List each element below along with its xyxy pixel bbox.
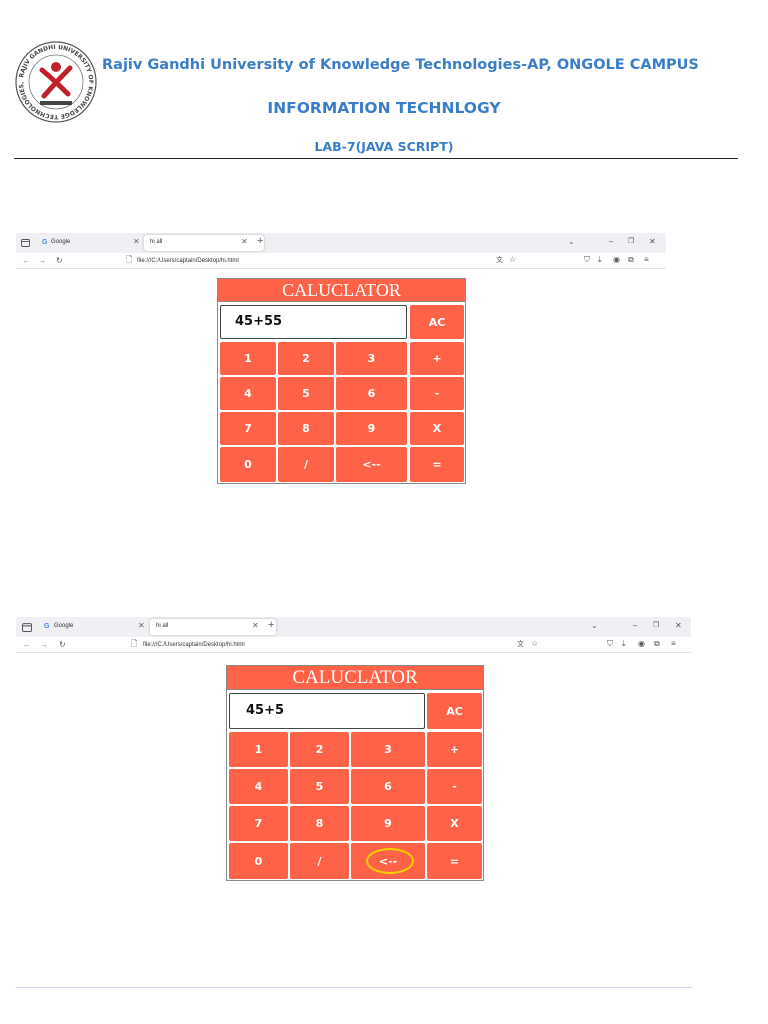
translate-icon[interactable]: 文 — [517, 641, 524, 648]
chevron-down-icon[interactable]: ⌄ — [568, 238, 575, 246]
key-7[interactable]: 7 — [220, 412, 276, 445]
clear-button[interactable]: AC — [427, 693, 482, 729]
department-heading: INFORMATION TECHNLOGY — [267, 99, 501, 117]
key-7[interactable]: 7 — [229, 806, 288, 841]
google-icon: G — [44, 623, 50, 630]
key-1[interactable]: 1 — [220, 342, 276, 375]
key-9[interactable]: 9 — [351, 806, 425, 841]
translate-icon[interactable]: 文 — [496, 257, 503, 264]
key-9[interactable]: 9 — [336, 412, 407, 445]
tab-overview-icon[interactable] — [21, 238, 30, 247]
calculator-display[interactable]: 45+55 — [220, 305, 407, 339]
key-6[interactable]: 6 — [336, 377, 407, 410]
university-title: Rajiv Gandhi University of Knowledge Tec… — [102, 57, 699, 73]
calculator-title: CALUCLATOR — [227, 666, 483, 690]
divide-button[interactable]: / — [290, 843, 349, 879]
close-tab-icon[interactable]: ✕ — [252, 622, 259, 630]
key-0[interactable]: 0 — [220, 447, 276, 482]
minimize-icon[interactable]: – — [609, 238, 613, 246]
key-3[interactable]: 3 — [351, 732, 425, 767]
download-icon[interactable]: ⤓ — [598, 256, 602, 264]
calculator: CALUCLATOR 45+55 AC 1 2 3 + 4 5 6 - 7 8 … — [217, 278, 466, 484]
key-2[interactable]: 2 — [278, 342, 334, 375]
page-icon: 🗋 — [126, 255, 133, 264]
page-icon: 🗋 — [131, 639, 138, 648]
key-1[interactable]: 1 — [229, 732, 288, 767]
back-arrow-icon[interactable]: ← — [22, 257, 30, 265]
reload-icon[interactable]: ↻ — [59, 641, 66, 649]
header-divider — [14, 158, 738, 159]
plus-button[interactable]: + — [410, 342, 464, 375]
pocket-icon[interactable]: ⛉ — [584, 256, 590, 264]
tab-bar: G Google ✕ hi all ✕ + ⌄ – ❐ ✕ — [16, 233, 666, 253]
tab-google-label[interactable]: Google — [51, 239, 70, 245]
pocket-icon[interactable]: ⛉ — [607, 640, 613, 648]
new-tab-icon[interactable]: + — [257, 236, 263, 247]
back-arrow-icon[interactable]: ← — [23, 641, 31, 649]
menu-icon[interactable]: ≡ — [644, 256, 649, 264]
bookmark-star-icon[interactable]: ☆ — [531, 640, 538, 648]
close-tab-icon[interactable]: ✕ — [241, 238, 248, 246]
calculator: CALUCLATOR 45+5 AC 1 2 3 + 4 5 6 - 7 8 9… — [226, 665, 484, 881]
divide-button[interactable]: / — [278, 447, 334, 482]
browser-screenshot-2: G Google ✕ hi all ✕ + ⌄ – ❐ ✕ ← → ↻ 🗋 fi… — [16, 617, 691, 885]
url-field[interactable]: file:///C:/Users/captain/Desktop/hi.html — [137, 258, 239, 264]
key-8[interactable]: 8 — [278, 412, 334, 445]
key-0[interactable]: 0 — [229, 843, 288, 879]
forward-arrow-icon[interactable]: → — [40, 641, 48, 649]
reload-icon[interactable]: ↻ — [56, 257, 63, 265]
tab-hi-all-label: hi all — [156, 623, 169, 629]
key-6[interactable]: 6 — [351, 769, 425, 804]
key-5[interactable]: 5 — [278, 377, 334, 410]
google-icon: G — [42, 239, 48, 246]
key-2[interactable]: 2 — [290, 732, 349, 767]
minimize-icon[interactable]: – — [633, 622, 637, 630]
equals-button[interactable]: = — [427, 843, 482, 879]
restore-icon[interactable]: ❐ — [653, 622, 659, 629]
account-icon[interactable]: ◉ — [638, 640, 645, 648]
minus-button[interactable]: - — [427, 769, 482, 804]
browser-screenshot-1: G Google ✕ hi all ✕ + ⌄ – ❐ ✕ ← → ↻ 🗋 fi… — [16, 233, 666, 495]
navigation-bar: ← → ↻ 🗋 file:///C:/Users/captain/Desktop… — [16, 253, 666, 269]
tab-hi-all-label: hi all — [150, 239, 163, 245]
navigation-bar: ← → ↻ 🗋 file:///C:/Users/captain/Desktop… — [16, 637, 691, 653]
close-window-icon[interactable]: ✕ — [675, 622, 682, 630]
account-icon[interactable]: ◉ — [613, 256, 620, 264]
tab-overview-icon[interactable] — [22, 622, 32, 632]
extensions-icon[interactable]: ⧉ — [628, 256, 634, 264]
restore-icon[interactable]: ❐ — [628, 238, 634, 245]
key-4[interactable]: 4 — [229, 769, 288, 804]
key-5[interactable]: 5 — [290, 769, 349, 804]
multiply-button[interactable]: X — [410, 412, 464, 445]
key-3[interactable]: 3 — [336, 342, 407, 375]
bookmark-star-icon[interactable]: ☆ — [509, 256, 516, 264]
plus-button[interactable]: + — [427, 732, 482, 767]
close-window-icon[interactable]: ✕ — [649, 238, 656, 246]
minus-button[interactable]: - — [410, 377, 464, 410]
key-8[interactable]: 8 — [290, 806, 349, 841]
multiply-button[interactable]: X — [427, 806, 482, 841]
new-tab-icon[interactable]: + — [268, 620, 274, 631]
tab-google-label[interactable]: Google — [54, 623, 73, 629]
key-4[interactable]: 4 — [220, 377, 276, 410]
close-tab-icon[interactable]: ✕ — [133, 238, 140, 246]
chevron-down-icon[interactable]: ⌄ — [591, 622, 598, 630]
download-icon[interactable]: ⤓ — [622, 640, 626, 648]
close-tab-icon[interactable]: ✕ — [138, 622, 145, 630]
calculator-display[interactable]: 45+5 — [229, 693, 425, 729]
tab-bar: G Google ✕ hi all ✕ + ⌄ – ❐ ✕ — [16, 617, 691, 637]
backspace-highlight-ring — [366, 848, 414, 874]
extensions-icon[interactable]: ⧉ — [654, 640, 660, 648]
clear-button[interactable]: AC — [410, 305, 464, 339]
lab-heading: LAB-7(JAVA SCRIPT) — [314, 139, 454, 154]
calculator-title: CALUCLATOR — [218, 279, 465, 302]
page-bottom-divider — [16, 987, 692, 988]
menu-icon[interactable]: ≡ — [671, 640, 676, 648]
url-field[interactable]: file:///C:/Users/captain/Desktop/hi.html — [143, 642, 245, 648]
forward-arrow-icon[interactable]: → — [38, 257, 46, 265]
backspace-button[interactable]: <-- — [336, 447, 407, 482]
equals-button[interactable]: = — [410, 447, 464, 482]
